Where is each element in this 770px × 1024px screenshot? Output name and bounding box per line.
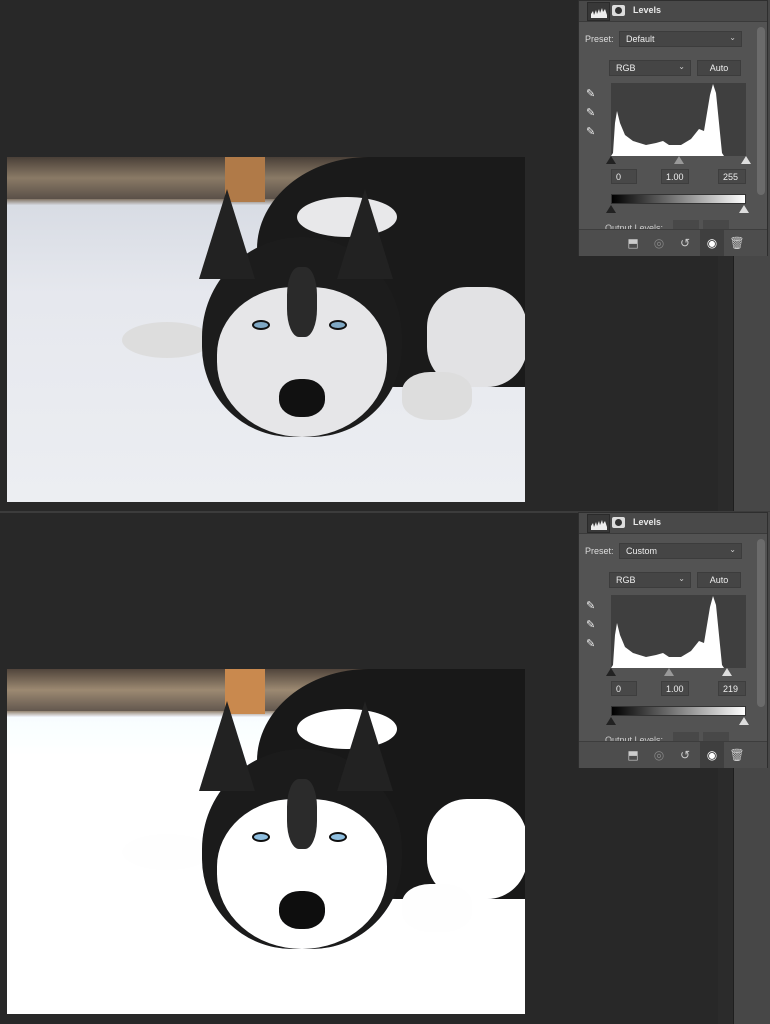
chevron-down-icon: ⌄ — [729, 545, 736, 554]
view-previous-state-icon[interactable]: ◎ — [647, 230, 671, 256]
clip-to-layer-icon[interactable]: ⬒ — [621, 742, 645, 768]
trash-icon[interactable]: 🗑 — [725, 742, 749, 768]
after-view: Levels Preset: Custom ⌄ RGB ⌄ Auto ✎ ✎ ✎ 0… — [0, 512, 770, 1024]
histogram — [611, 595, 746, 668]
output-black-field[interactable] — [673, 732, 699, 741]
levels-histogram-icon[interactable] — [587, 514, 610, 533]
output-white-field[interactable] — [703, 220, 729, 229]
panel-scrollbar[interactable] — [757, 539, 765, 707]
input-white-slider[interactable] — [741, 156, 751, 164]
input-white-field[interactable]: 255 — [718, 169, 746, 184]
input-white-field[interactable]: 219 — [718, 681, 746, 696]
reset-icon[interactable]: ↺ — [673, 230, 697, 256]
auto-button[interactable]: Auto — [697, 60, 741, 76]
output-levels-label: Output Levels: — [605, 223, 664, 229]
auto-button[interactable]: Auto — [697, 572, 741, 588]
chevron-down-icon: ⌄ — [729, 33, 736, 42]
output-white-slider[interactable] — [739, 717, 749, 725]
view-previous-state-icon[interactable]: ◎ — [647, 742, 671, 768]
input-black-slider[interactable] — [606, 668, 616, 676]
input-black-field[interactable]: 0 — [611, 681, 637, 696]
preset-label: Preset: — [585, 546, 614, 556]
visibility-eye-icon[interactable]: ◉ — [700, 742, 724, 768]
output-black-field[interactable] — [673, 220, 699, 229]
channel-value: RGB — [616, 575, 636, 585]
output-gradient — [611, 706, 746, 716]
levels-properties-panel: Levels Preset: Custom ⌄ RGB ⌄ Auto ✎ ✎ ✎ 0… — [578, 512, 768, 768]
black-point-eyedropper-icon[interactable]: ✎ — [586, 599, 600, 613]
output-black-slider[interactable] — [606, 717, 616, 725]
output-gradient — [611, 194, 746, 204]
visibility-eye-icon[interactable]: ◉ — [700, 230, 724, 256]
input-gamma-slider[interactable] — [673, 156, 684, 164]
husky-photo — [7, 669, 525, 1014]
input-gamma-slider[interactable] — [663, 668, 674, 676]
before-view: Levels Preset: Default ⌄ RGB ⌄ Auto ✎ ✎ ✎ … — [0, 0, 770, 512]
channel-select[interactable]: RGB ⌄ — [609, 572, 691, 588]
panel-scrollbar[interactable] — [757, 27, 765, 195]
reset-icon[interactable]: ↺ — [673, 742, 697, 768]
levels-histogram-icon[interactable] — [587, 2, 610, 21]
clip-to-layer-icon[interactable]: ⬒ — [621, 230, 645, 256]
mask-icon[interactable] — [612, 5, 625, 16]
white-point-eyedropper-icon[interactable]: ✎ — [586, 637, 600, 651]
chevron-down-icon: ⌄ — [678, 62, 685, 71]
trash-icon[interactable]: 🗑 — [725, 230, 749, 256]
histogram-shape — [611, 596, 724, 668]
mask-icon[interactable] — [612, 517, 625, 528]
histogram — [611, 83, 746, 156]
black-point-eyedropper-icon[interactable]: ✎ — [586, 87, 600, 101]
preset-select[interactable]: Default ⌄ — [619, 31, 742, 47]
preset-value: Default — [626, 34, 655, 44]
output-white-slider[interactable] — [739, 205, 749, 213]
output-levels-label: Output Levels: — [605, 735, 664, 741]
input-black-slider[interactable] — [606, 156, 616, 164]
panel-header: Levels — [579, 513, 767, 534]
input-gamma-field[interactable]: 1.00 — [661, 681, 689, 696]
panel-header: Levels — [579, 1, 767, 22]
input-gamma-field[interactable]: 1.00 — [661, 169, 689, 184]
panel-title: Levels — [633, 5, 662, 15]
white-point-eyedropper-icon[interactable]: ✎ — [586, 125, 600, 139]
histogram-shape — [611, 84, 724, 156]
gray-point-eyedropper-icon[interactable]: ✎ — [586, 106, 600, 120]
preset-select[interactable]: Custom ⌄ — [619, 543, 742, 559]
output-white-field[interactable] — [703, 732, 729, 741]
husky-photo — [7, 157, 525, 502]
panel-footer: ⬒ ◎ ↺ ◉ 🗑 — [579, 741, 767, 768]
levels-properties-panel: Levels Preset: Default ⌄ RGB ⌄ Auto ✎ ✎ ✎ … — [578, 0, 768, 256]
chevron-down-icon: ⌄ — [678, 574, 685, 583]
output-black-slider[interactable] — [606, 205, 616, 213]
gray-point-eyedropper-icon[interactable]: ✎ — [586, 618, 600, 632]
preset-label: Preset: — [585, 34, 614, 44]
panel-title: Levels — [633, 517, 662, 527]
preset-value: Custom — [626, 546, 658, 556]
channel-select[interactable]: RGB ⌄ — [609, 60, 691, 76]
input-white-slider[interactable] — [721, 668, 732, 676]
panel-footer: ⬒ ◎ ↺ ◉ 🗑 — [579, 229, 767, 256]
channel-value: RGB — [616, 63, 636, 73]
input-black-field[interactable]: 0 — [611, 169, 637, 184]
